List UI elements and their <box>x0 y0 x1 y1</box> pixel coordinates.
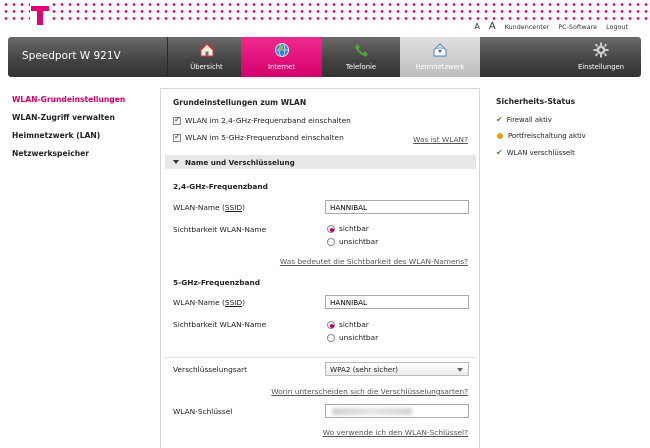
globe-icon <box>274 43 289 57</box>
band5-visibility-label: Sichtbarkeit WLAN-Name <box>173 320 267 329</box>
cb-5ghz-label: WLAN im 5-GHz-Frequenzband einschalten <box>185 133 344 142</box>
divider <box>165 357 476 358</box>
band5-visible-option[interactable]: sichtbar <box>327 320 369 329</box>
what-is-wlan-link[interactable]: Was ist WLAN? <box>413 135 468 144</box>
cb-24ghz-checkbox[interactable] <box>173 115 181 125</box>
home-icon <box>198 42 215 57</box>
band24-visibility-label: Sichtbarkeit WLAN-Name <box>173 225 267 234</box>
radio-unselected[interactable] <box>327 237 335 246</box>
network-house-icon <box>433 43 447 57</box>
radio-selected[interactable] <box>327 224 335 233</box>
main-navbar: Speedport W 921V Übersicht Internet Tele… <box>8 37 641 77</box>
status-firewall: ✔ Firewall aktiv <box>496 115 552 124</box>
wlan-key-label: WLAN-Schlüssel <box>173 407 233 416</box>
header-links: A A Kundencenter PC-Software Logout <box>474 21 628 32</box>
tab-telefonie[interactable]: Telefonie <box>322 37 401 77</box>
tab-einstellungen[interactable]: Einstellungen <box>561 37 641 77</box>
wlan-key-input[interactable] <box>325 404 469 418</box>
tab-internet[interactable]: Internet <box>241 37 322 77</box>
band24-visible-option[interactable]: sichtbar <box>327 224 369 233</box>
encryption-select[interactable]: WPA2 (sehr sicher) <box>325 362 469 376</box>
font-smaller-link[interactable]: A <box>474 22 479 31</box>
cb-5ghz-checkbox[interactable] <box>173 132 181 142</box>
radio-unselected[interactable] <box>327 333 335 342</box>
check-icon: ✔ <box>496 115 503 124</box>
wlan-settings-panel: Grundeinstellungen zum WLAN WLAN im 2,4-… <box>160 88 480 448</box>
sidebar-item-heimnetzwerk-lan[interactable]: Heimnetzwerk (LAN) <box>12 131 125 140</box>
ssid-help-link[interactable]: SSID <box>225 203 242 212</box>
check-icon: ✔ <box>496 148 503 157</box>
band5-heading: 5-GHz-Frequenzband <box>173 278 261 287</box>
encryption-label: Verschlüsselungsart <box>173 365 248 374</box>
collapse-triangle-icon <box>173 160 179 164</box>
band5-name-label: WLAN-Name (SSID) <box>173 298 246 307</box>
warning-dot-icon <box>497 133 503 139</box>
band5-ssid-input[interactable] <box>325 295 469 309</box>
sidebar: WLAN-Grundeinstellungen WLAN-Zugriff ver… <box>12 95 125 167</box>
ssid-help-link-5[interactable]: SSID <box>225 298 242 307</box>
band24-invisible-option[interactable]: unsichtbar <box>327 237 378 246</box>
key-help-link[interactable]: Wo verwende ich den WLAN-Schlüssel? <box>323 428 468 437</box>
status-title: Sicherheits-Status <box>496 97 576 106</box>
band24-heading: 2,4-GHz-Frequenzband <box>173 182 268 191</box>
status-wlan-encrypted: ✔ WLAN verschlüsselt <box>496 148 575 157</box>
radio-selected[interactable] <box>327 320 335 329</box>
visibility-help-link[interactable]: Was bedeutet die Sichtbarkeit des WLAN-N… <box>280 257 468 266</box>
chevron-down-icon <box>457 368 463 372</box>
sidebar-item-wlan-zugriff[interactable]: WLAN-Zugriff verwalten <box>12 113 125 122</box>
cb-24ghz-label: WLAN im 2,4-GHz-Frequenzband einschalten <box>185 116 351 125</box>
tab-uebersicht[interactable]: Übersicht <box>167 37 246 77</box>
status-port-forwarding: Portfreischaltung aktiv <box>496 132 586 140</box>
page-title: Grundeinstellungen zum WLAN <box>173 98 307 107</box>
cb-24ghz-row: WLAN im 2,4-GHz-Frequenzband einschalten <box>173 115 351 125</box>
pc-software-link[interactable]: PC-Software <box>558 23 597 31</box>
phone-icon <box>355 44 368 57</box>
sidebar-item-wlan-grundeinstellungen[interactable]: WLAN-Grundeinstellungen <box>12 95 125 104</box>
security-status: Sicherheits-Status ✔ Firewall aktiv Portf… <box>496 97 586 165</box>
logout-link[interactable]: Logout <box>606 23 628 31</box>
obscured-key <box>332 408 412 415</box>
section-name-encryption[interactable]: Name und Verschlüsselung <box>165 155 476 169</box>
header-dot-band <box>0 0 650 20</box>
tab-heimnetzwerk[interactable]: Heimnetzwerk <box>400 37 480 77</box>
kundencenter-link[interactable]: Kundencenter <box>505 23 550 31</box>
band24-ssid-input[interactable] <box>325 200 469 214</box>
band5-invisible-option[interactable]: unsichtbar <box>327 333 378 342</box>
band24-name-label: WLAN-Name (SSID) <box>173 203 246 212</box>
cb-5ghz-row: WLAN im 5-GHz-Frequenzband einschalten <box>173 132 344 142</box>
sidebar-item-netzwerkspeicher[interactable]: Netzwerkspeicher <box>12 149 125 158</box>
encryption-help-link[interactable]: Worin unterscheiden sich die Verschlüsse… <box>271 387 468 396</box>
telekom-logo <box>30 3 50 25</box>
font-larger-link[interactable]: A <box>489 21 496 32</box>
gear-icon <box>593 42 609 58</box>
device-name: Speedport W 921V <box>22 50 121 62</box>
